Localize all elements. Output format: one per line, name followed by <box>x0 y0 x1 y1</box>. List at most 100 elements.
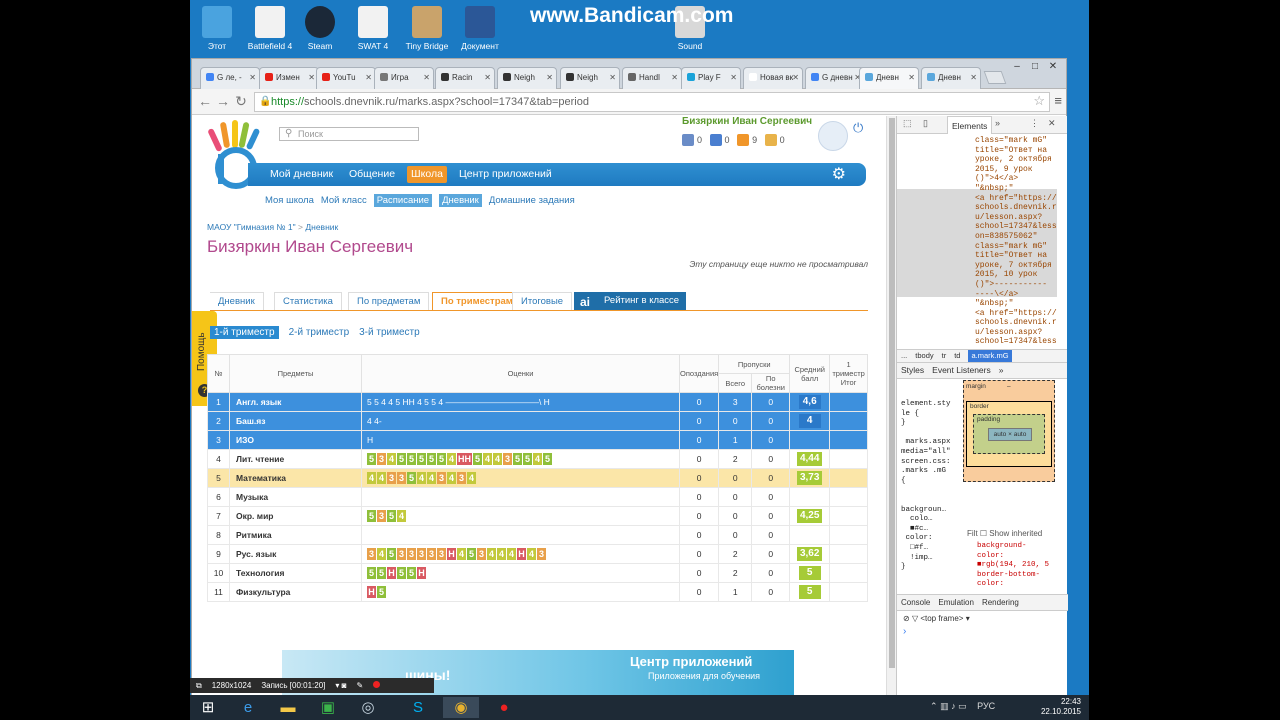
close-icon[interactable]: ✕ <box>1044 61 1062 72</box>
steam-taskbar-icon[interactable]: ◎ <box>350 697 386 718</box>
mark-badge[interactable]: 3 <box>457 472 466 484</box>
dom-line[interactable]: ()">4</a> <box>897 174 1067 184</box>
tab-close-icon[interactable]: ✕ <box>308 68 315 88</box>
emulation-tab[interactable]: Emulation <box>938 598 974 607</box>
mark-badge[interactable]: 5 <box>377 567 386 579</box>
mark-badge[interactable]: 3 <box>407 548 416 560</box>
search-input[interactable]: ⚲ Поиск <box>279 127 419 141</box>
reload-icon[interactable]: ↻ <box>232 93 250 110</box>
dom-crumb[interactable]: tbody <box>915 350 933 362</box>
mark-badge[interactable]: 4 <box>377 472 386 484</box>
dom-line[interactable]: school=17347&less <box>897 222 1067 232</box>
styles-filter[interactable]: Filt ☐ Show inherited <box>967 529 1042 538</box>
marks-cell[interactable] <box>361 487 680 507</box>
mark-badge[interactable]: 3 <box>427 548 436 560</box>
trimester-2[interactable]: 2-й триместр <box>289 327 350 338</box>
friends-icon[interactable] <box>709 134 722 146</box>
settings-gear-icon[interactable]: ⚙ <box>832 164 846 184</box>
marks-cell[interactable]: 5 3 4 5 5 5 5 5 4 НН 5 4 4 3 5 5 4 5 <box>361 449 680 469</box>
marks-cell[interactable]: 44335443434 <box>361 468 680 488</box>
mark-badge[interactable]: 5 <box>377 586 386 598</box>
skype-icon[interactable]: S <box>400 697 436 718</box>
mark-badge[interactable]: 3 <box>417 548 426 560</box>
browser-tab[interactable]: G ле, - ✕ <box>200 67 260 89</box>
nav-app-center[interactable]: Центр приложений <box>459 163 552 186</box>
chrome-taskbar-icon[interactable]: ◉ <box>443 697 479 718</box>
trimester-1[interactable]: 1-й триместр <box>210 326 279 339</box>
show-inherited-checkbox[interactable]: Show inherited <box>989 529 1042 538</box>
tray-volume-icon[interactable]: ♪ <box>951 701 956 711</box>
browser-tab[interactable]: Play F ✕ <box>681 67 741 89</box>
mark-badge[interactable]: 3 <box>387 472 396 484</box>
mark-badge[interactable]: 4 <box>497 548 506 560</box>
mark-badge[interactable]: 4 <box>533 453 542 465</box>
elements-tab[interactable]: Elements <box>947 116 993 134</box>
marks-cell[interactable]: 55Н55Н <box>361 563 680 583</box>
devtools-close-icon[interactable]: ✕ <box>1048 118 1056 129</box>
mark-badge[interactable]: Н <box>417 567 426 579</box>
explorer-folder-icon[interactable]: ▬ <box>270 697 306 718</box>
browser-tab[interactable]: G дневн ✕ <box>805 67 865 89</box>
subnav-schedule[interactable]: Расписание <box>373 194 433 207</box>
start-windows-icon[interactable]: ⊞ <box>190 697 226 718</box>
mark-badge[interactable]: 3 <box>377 453 386 465</box>
dom-line[interactable]: u/lesson.aspx? <box>897 213 1067 223</box>
tab-final[interactable]: Итоговые <box>512 292 573 310</box>
mark-badge[interactable]: 4 <box>427 472 436 484</box>
mark-badge[interactable]: 5 <box>367 510 376 522</box>
mark-badge[interactable]: 4 <box>387 453 396 465</box>
event-listeners-tab[interactable]: Event Listeners <box>932 365 991 375</box>
subnav-homework[interactable]: Домашние задания <box>489 195 575 206</box>
tab-diary[interactable]: Дневник <box>210 292 264 310</box>
desktop-icon-swat4[interactable]: SWAT 4 <box>343 6 403 51</box>
mark-badge[interactable]: 5 <box>367 567 376 579</box>
device-icon[interactable]: ▯ <box>923 118 928 129</box>
mark-badge[interactable]: 5 <box>543 453 552 465</box>
subject-link[interactable]: Лит. чтение <box>229 449 362 469</box>
mark-badge[interactable]: 5 <box>467 548 476 560</box>
subject-link[interactable]: Физкультура <box>229 582 362 602</box>
camera-icon[interactable]: ▾ ◙ <box>335 681 346 690</box>
mark-badge[interactable]: 3 <box>377 510 386 522</box>
breadcrumb-diary[interactable]: Дневник <box>305 222 338 232</box>
browser-tab[interactable]: Racin ✕ <box>435 67 495 89</box>
dom-line[interactable]: <a href="https:// <box>897 309 1067 319</box>
browser-tab[interactable]: Neigh ✕ <box>497 67 557 89</box>
dom-line[interactable]: class="mark mG" <box>897 136 1067 146</box>
dom-line[interactable]: on=838575062" <box>897 232 1067 242</box>
tab-by-trimester[interactable]: По триместрам <box>432 292 522 310</box>
nav-my-diary[interactable]: Мой дневник <box>270 163 333 186</box>
minimize-icon[interactable]: – <box>1008 61 1026 72</box>
dom-line[interactable]: "&nbsp;" <box>897 299 1067 309</box>
mark-badge[interactable]: 4 <box>507 548 516 560</box>
tab-close-icon[interactable]: ✕ <box>792 68 799 88</box>
tab-close-icon[interactable]: ✕ <box>546 68 553 88</box>
avatar[interactable] <box>818 121 848 151</box>
bookmark-star-icon[interactable]: ☆ <box>1033 92 1045 110</box>
browser-tab[interactable]: Дневн ✕ <box>921 67 981 89</box>
browser-tab[interactable]: Измен ✕ <box>259 67 319 89</box>
inspect-icon[interactable]: ⬚ <box>903 118 912 129</box>
tray-clock[interactable]: 22:43 22.10.2015 <box>1041 697 1081 717</box>
scrollbar-thumb[interactable] <box>889 118 895 668</box>
pencil-icon[interactable]: ✎ <box>356 681 363 690</box>
mark-badge[interactable]: 4 <box>377 548 386 560</box>
dom-line[interactable]: title="Ответ на <box>897 251 1067 261</box>
styles-rules[interactable]: element.sty le { } marks.aspx media="all… <box>901 400 961 573</box>
dom-line[interactable]: schools.dnevnik.r <box>897 318 1067 328</box>
dom-line[interactable]: 2015, 9 урок <box>897 165 1067 175</box>
notifications-icon[interactable] <box>737 134 750 146</box>
dom-crumb[interactable]: a.mark.mG <box>968 350 1012 362</box>
browser-tab[interactable]: Дневн ✕ <box>859 67 919 89</box>
mark-badge[interactable]: 5 <box>473 453 482 465</box>
mark-badge[interactable]: 4 <box>447 472 456 484</box>
mark-badge[interactable]: 4 <box>367 472 376 484</box>
mark-badge[interactable]: 3 <box>367 548 376 560</box>
mark-badge[interactable]: 3 <box>503 453 512 465</box>
tab-close-icon[interactable]: ✕ <box>484 68 491 88</box>
dom-line[interactable]: уроке, 7 октября <box>897 261 1067 271</box>
subject-link[interactable]: Математика <box>229 468 362 488</box>
subnav-my-school[interactable]: Моя школа <box>265 195 314 206</box>
mark-badge[interactable]: 4 <box>493 453 502 465</box>
mark-badge[interactable]: 5 <box>407 567 416 579</box>
